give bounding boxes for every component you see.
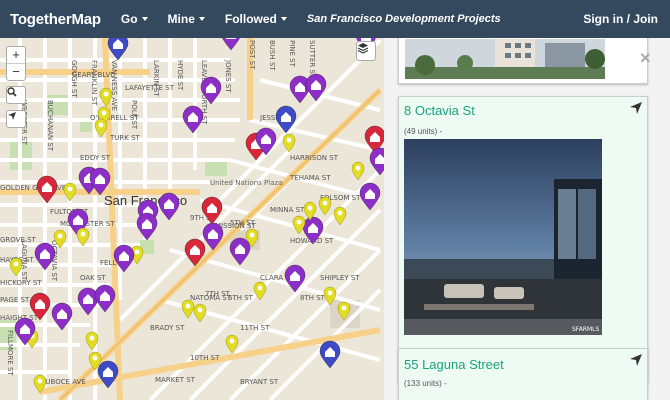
card-title[interactable]: 8 Octavia St — [404, 103, 475, 118]
label-natoma: NATOMA ST — [190, 294, 232, 302]
label-franklin: FRANKLIN ST — [90, 60, 98, 106]
label-van-ness: VAN NESS AVE — [110, 60, 118, 111]
label-laguna: LAGUNA ST — [20, 240, 28, 281]
label-harrison: HARRISON ST — [290, 154, 339, 162]
label-gough: GOUGH ST — [70, 60, 78, 98]
label-eddy: EDDY ST — [80, 154, 111, 162]
menu-go-label: Go — [120, 12, 138, 26]
caret-down-icon — [141, 17, 148, 21]
menu-followed[interactable]: Followed — [225, 12, 287, 26]
previous-card-photo — [405, 39, 605, 79]
navigate-arrow-icon[interactable] — [629, 101, 643, 115]
layers-icon — [357, 43, 369, 54]
card-units: (49 units) - — [404, 127, 443, 136]
label-polk: POLK ST — [130, 100, 138, 130]
label-fifth: 5TH ST — [230, 219, 256, 227]
label-un-plaza: United Nations Plaza — [210, 179, 282, 187]
menu-mine-label: Mine — [167, 12, 195, 26]
label-tehama: TEHAMA ST — [289, 174, 331, 182]
label-eighth: 8TH ST — [300, 294, 326, 302]
label-lafayette: LAFAYETTE ST — [125, 84, 175, 92]
project-card[interactable]: 8 Octavia St (49 units) - SFARMLS — [398, 96, 648, 382]
label-brady: BRADY ST — [150, 324, 185, 332]
navigation-arrow-icon — [8, 112, 16, 120]
label-bryant: BRYANT ST — [240, 378, 279, 386]
brand-logo[interactable]: TogetherMap — [10, 11, 101, 28]
label-tenth: 10TH ST — [190, 354, 220, 362]
label-sutter: SUTTER ST — [308, 40, 316, 79]
menu-mine[interactable]: Mine — [168, 12, 205, 26]
caret-down-icon — [198, 17, 205, 21]
label-eleventh: 11TH ST — [240, 324, 270, 332]
label-page: PAGE ST — [0, 296, 30, 304]
project-photo: SFARMLS — [404, 139, 602, 335]
layers-button[interactable] — [356, 41, 376, 61]
navbar: TogetherMap Go Mine Followed San Francis… — [0, 0, 670, 38]
zoom-in-button[interactable]: + — [7, 47, 25, 63]
label-hyde: HYDE ST — [176, 60, 184, 91]
label-shipley: SHIPLEY ST — [320, 274, 360, 282]
locate-button[interactable] — [6, 110, 26, 128]
caret-down-icon — [280, 17, 287, 21]
label-buchanan: BUCHANAN ST — [46, 100, 54, 152]
zoom-control: + − — [6, 46, 26, 81]
zoom-out-button[interactable]: − — [7, 63, 25, 80]
label-pine: PINE ST — [288, 40, 296, 68]
side-panel: × 8 Octavia St (49 units) - SFARMLS 55 L… — [384, 38, 670, 400]
label-post: POST ST — [248, 40, 256, 70]
navigate-arrow-icon[interactable] — [629, 353, 643, 367]
label-duboce: DUBOCE AVE — [40, 378, 86, 386]
label-fillmore: FILLMORE ST — [6, 330, 14, 376]
signin-link[interactable]: Sign in / Join — [583, 12, 658, 26]
label-grove: GROVE ST — [0, 236, 37, 244]
project-card[interactable]: 55 Laguna Street (133 units) - — [398, 348, 648, 400]
card-previous[interactable] — [398, 38, 648, 84]
label-oak: OAK ST — [80, 274, 106, 282]
card-title[interactable]: 55 Laguna Street — [404, 357, 504, 372]
label-market: MARKET ST — [155, 376, 196, 384]
card-units: (133 units) - — [404, 379, 447, 388]
close-panel-button[interactable]: × — [640, 48, 651, 69]
photo-credit: SFARMLS — [572, 326, 600, 333]
label-turk: TURK ST — [109, 134, 141, 142]
label-jones: JONES ST — [224, 59, 232, 93]
label-larkin: LARKIN ST — [152, 60, 160, 97]
search-button[interactable] — [6, 86, 26, 104]
label-minna: MINNA ST — [270, 206, 305, 214]
search-icon — [7, 87, 17, 97]
label-sixth: 6TH ST — [228, 294, 254, 302]
project-title[interactable]: San Francisco Development Projects — [307, 13, 501, 25]
label-bush: BUSH ST — [268, 40, 276, 71]
menu-followed-label: Followed — [224, 12, 277, 26]
menu-go[interactable]: Go — [121, 12, 148, 26]
